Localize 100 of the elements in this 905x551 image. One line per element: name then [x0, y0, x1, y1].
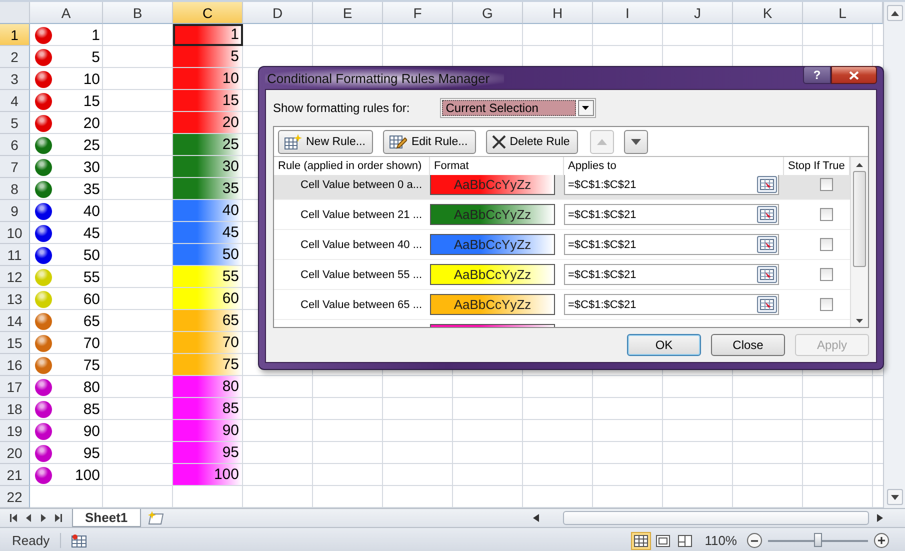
view-button[interactable] — [630, 532, 651, 550]
row-header[interactable]: 14 — [0, 310, 30, 332]
colored-cell[interactable]: 95 — [173, 442, 243, 464]
row-header[interactable]: 1 — [0, 24, 30, 46]
row-header[interactable]: 17 — [0, 376, 30, 398]
zoom-slider-thumb[interactable] — [814, 532, 822, 546]
insert-sheet-icon[interactable] — [146, 511, 165, 525]
range-select-button[interactable] — [757, 206, 777, 223]
last-sheet-icon[interactable] — [55, 514, 62, 522]
row-header[interactable]: 19 — [0, 420, 30, 442]
colored-cell[interactable]: 70 — [173, 332, 243, 354]
stop-if-true-checkbox[interactable] — [820, 298, 833, 311]
range-select-button[interactable] — [757, 296, 777, 313]
range-select-button[interactable] — [757, 236, 777, 253]
scroll-down-button[interactable] — [887, 489, 903, 505]
column-header[interactable]: D — [243, 2, 313, 24]
colored-cell[interactable]: 45 — [173, 222, 243, 244]
scroll-down-icon[interactable] — [856, 319, 863, 323]
range-select-button[interactable] — [757, 176, 777, 193]
row-header[interactable]: 21 — [0, 464, 30, 486]
row-header[interactable]: 11 — [0, 244, 30, 266]
column-header[interactable]: H — [523, 2, 593, 24]
colored-cell[interactable]: 100 — [173, 464, 243, 486]
macro-record-icon[interactable] — [70, 534, 87, 548]
scroll-up-button[interactable] — [887, 5, 903, 21]
column-header[interactable]: L — [803, 2, 883, 24]
close-button[interactable] — [831, 66, 877, 84]
colored-cell[interactable]: 5 — [173, 46, 243, 68]
row-header[interactable]: 15 — [0, 332, 30, 354]
row-header[interactable]: 12 — [0, 266, 30, 288]
colored-cell[interactable]: 50 — [173, 244, 243, 266]
colored-cell[interactable]: 10 — [173, 68, 243, 90]
applies-to-field[interactable]: =$C$1:$C$21 — [564, 234, 779, 255]
scroll-right-icon[interactable] — [877, 514, 883, 522]
zoom-in-button[interactable] — [874, 533, 889, 548]
row-header[interactable]: 4 — [0, 90, 30, 112]
applies-to-field[interactable]: =$C$1:$C$21 — [564, 204, 779, 225]
applies-to-field[interactable]: =$C$1:$C$21 — [564, 294, 779, 315]
move-down-button[interactable] — [624, 130, 648, 154]
colored-cell[interactable]: 25 — [173, 134, 243, 156]
row-header[interactable]: 22 — [0, 486, 30, 508]
rules-scope-dropdown[interactable]: Current Selection — [440, 98, 596, 118]
scroll-left-icon[interactable] — [533, 514, 539, 522]
colored-cell[interactable]: 20 — [173, 112, 243, 134]
first-sheet-icon[interactable] — [10, 514, 17, 522]
row-header[interactable]: 10 — [0, 222, 30, 244]
applies-to-field[interactable]: =$C$1:$C$21 — [564, 264, 779, 285]
colored-cell[interactable]: 75 — [173, 354, 243, 376]
column-header[interactable]: I — [593, 2, 663, 24]
colored-cell[interactable]: 35 — [173, 178, 243, 200]
colored-cell[interactable]: 80 — [173, 376, 243, 398]
dialog-button[interactable]: OK — [627, 334, 701, 356]
column-header[interactable]: G — [453, 2, 523, 24]
colored-cell[interactable]: 55 — [173, 266, 243, 288]
row-header[interactable]: 18 — [0, 398, 30, 420]
sheet-tab[interactable]: Sheet1 — [72, 509, 141, 527]
colored-cell[interactable]: 60 — [173, 288, 243, 310]
row-header[interactable]: 7 — [0, 156, 30, 178]
colored-cell[interactable]: 65 — [173, 310, 243, 332]
row-header[interactable]: 20 — [0, 442, 30, 464]
row-header[interactable]: 16 — [0, 354, 30, 376]
column-header[interactable]: F — [383, 2, 453, 24]
colored-cell[interactable]: 1 — [173, 24, 243, 46]
colored-cell[interactable]: 40 — [173, 200, 243, 222]
colored-cell[interactable]: 30 — [173, 156, 243, 178]
colored-cell[interactable]: 15 — [173, 90, 243, 112]
help-button[interactable]: ? — [803, 66, 831, 84]
column-header[interactable]: A — [30, 2, 103, 24]
column-header[interactable]: K — [733, 2, 803, 24]
toolbar-button[interactable]: Delete Rule — [486, 130, 578, 154]
rule-row[interactable]: Cell Value between 40 ... AaBbCcYyZz =$C$1:$C$21 — [274, 230, 850, 260]
scroll-up-icon[interactable] — [856, 163, 863, 167]
zoom-level[interactable]: 110% — [694, 533, 747, 548]
next-sheet-icon[interactable] — [40, 514, 47, 522]
column-header[interactable]: J — [663, 2, 733, 24]
row-header[interactable]: 6 — [0, 134, 30, 156]
row-header[interactable]: 2 — [0, 46, 30, 68]
toolbar-button[interactable]: Edit Rule... — [383, 130, 476, 154]
zoom-out-button[interactable] — [747, 533, 762, 548]
applies-to-field[interactable]: =$C$1:$C$21 — [564, 175, 779, 195]
column-header[interactable]: B — [103, 2, 173, 24]
row-header[interactable]: 8 — [0, 178, 30, 200]
row-header[interactable]: 9 — [0, 200, 30, 222]
stop-if-true-checkbox[interactable] — [820, 178, 833, 191]
range-select-button[interactable] — [757, 266, 777, 283]
dialog-button[interactable]: Close — [711, 334, 785, 356]
toolbar-button[interactable]: New Rule... — [278, 130, 374, 154]
stop-if-true-checkbox[interactable] — [820, 238, 833, 251]
row-header[interactable]: 5 — [0, 112, 30, 134]
row-header[interactable]: 3 — [0, 68, 30, 90]
stop-if-true-checkbox[interactable] — [820, 268, 833, 281]
column-header[interactable]: E — [313, 2, 383, 24]
stop-if-true-checkbox[interactable] — [820, 208, 833, 221]
colored-cell[interactable]: 85 — [173, 398, 243, 420]
column-header[interactable]: C — [173, 2, 243, 24]
horizontal-scroll-thumb[interactable] — [563, 511, 869, 525]
list-scroll-thumb[interactable] — [853, 171, 866, 267]
previous-sheet-icon[interactable] — [25, 514, 32, 522]
row-header[interactable]: 13 — [0, 288, 30, 310]
colored-cell[interactable]: 90 — [173, 420, 243, 442]
